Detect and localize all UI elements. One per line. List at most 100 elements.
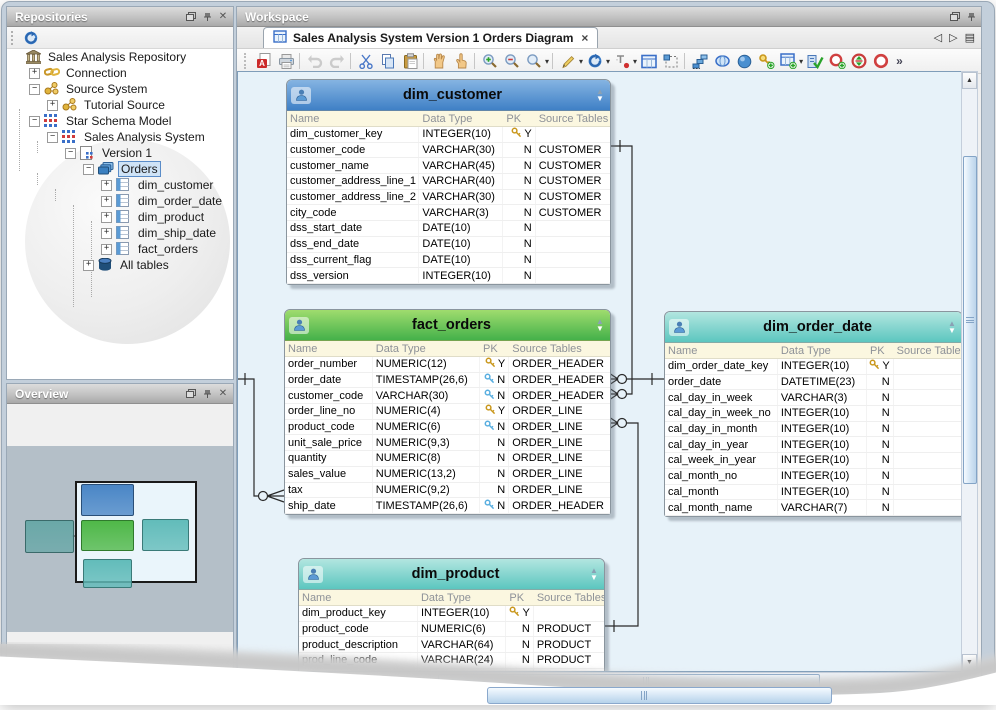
scroll-up-button[interactable]: ▲ xyxy=(962,72,977,89)
expand-toggle-icon[interactable]: − xyxy=(29,116,40,127)
expand-toggle-icon[interactable]: + xyxy=(47,100,58,111)
expand-toggle-icon[interactable]: − xyxy=(65,148,76,159)
pin-icon[interactable] xyxy=(201,11,213,23)
swap-icon[interactable] xyxy=(849,51,869,71)
refresh-icon[interactable] xyxy=(585,51,605,71)
entity-row[interactable]: cal_week_in_yearINTEGER(10)N xyxy=(665,453,962,469)
entity-row[interactable]: dim_product_keyINTEGER(10)Y xyxy=(299,606,604,622)
add-key-icon[interactable] xyxy=(756,51,776,71)
pin-icon[interactable] xyxy=(965,11,977,23)
scroll-down-icon[interactable]: ▼ xyxy=(590,574,598,581)
refresh-icon[interactable] xyxy=(21,28,41,48)
scroll-down-icon[interactable]: ▼ xyxy=(596,95,604,102)
toolbar-overflow-icon[interactable]: » xyxy=(893,54,906,68)
tree-item-tutorial-source[interactable]: +Tutorial Source xyxy=(7,97,233,113)
tree-item-dim-customer[interactable]: +dim_customer xyxy=(7,177,233,193)
entity-row[interactable]: customer_codeVARCHAR(30)NCUSTOMER xyxy=(287,143,610,159)
entity-row[interactable]: ship_dateTIMESTAMP(26,6)NORDER_HEADER xyxy=(285,498,610,514)
entity-row[interactable]: prod_line_codeVARCHAR(24)NPRODUCT xyxy=(299,653,604,669)
tree-item-fact-orders[interactable]: +fact_orders xyxy=(7,241,233,257)
entity-row[interactable]: order_dateTIMESTAMP(26,6)NORDER_HEADER xyxy=(285,373,610,389)
tab-orders-diagram[interactable]: Sales Analysis System Version 1 Orders D… xyxy=(263,27,598,48)
entity-header[interactable]: dim_product▲▼ xyxy=(299,559,604,590)
scroll-down-button[interactable]: ▼ xyxy=(962,654,977,671)
tab-list-icon[interactable]: ▤ xyxy=(965,31,975,44)
lens-icon[interactable] xyxy=(712,51,732,71)
expand-toggle-icon[interactable]: + xyxy=(83,260,94,271)
sphere-icon[interactable] xyxy=(734,51,754,71)
entity-row[interactable]: dim_order_date_keyINTEGER(10)Y xyxy=(665,359,962,375)
scroll-down-icon[interactable]: ▼ xyxy=(948,327,956,334)
expand-toggle-icon[interactable]: + xyxy=(29,68,40,79)
tree-item-version-1[interactable]: −Version 1 xyxy=(7,145,233,161)
tree-item-sales-analysis-system[interactable]: −Sales Analysis System xyxy=(7,129,233,145)
diagram-canvas[interactable]: dim_customer▲▼NameData TypePKSource Tabl… xyxy=(237,71,962,672)
ring-icon[interactable] xyxy=(871,51,891,71)
table-view-icon[interactable] xyxy=(639,51,659,71)
entity-row[interactable]: dss_current_flagDATE(10)N xyxy=(287,253,610,269)
expand-toggle-icon[interactable]: − xyxy=(29,84,40,95)
entity-row[interactable]: customer_address_line_2VARCHAR(30)NCUSTO… xyxy=(287,190,610,206)
entity-row[interactable]: quantityNUMERIC(8)NORDER_LINE xyxy=(285,451,610,467)
entity-row[interactable]: dim_customer_keyINTEGER(10)Y xyxy=(287,127,610,143)
pan-hand-icon[interactable] xyxy=(429,51,449,71)
entity-row[interactable]: taxNUMERIC(9,2)NORDER_LINE xyxy=(285,483,610,499)
dropdown-arrow-icon[interactable]: ▾ xyxy=(633,57,637,66)
expand-toggle-icon[interactable]: + xyxy=(101,180,112,191)
zoom-in-icon[interactable] xyxy=(480,51,500,71)
entity-row[interactable]: product_codeNUMERIC(6)NPRODUCT xyxy=(299,622,604,638)
tab-close-icon[interactable]: × xyxy=(579,31,588,45)
expand-toggle-icon[interactable]: + xyxy=(101,212,112,223)
print-icon[interactable] xyxy=(276,51,296,71)
entity-row[interactable]: customer_codeVARCHAR(30)NORDER_HEADER xyxy=(285,388,610,404)
entity-row[interactable]: cal_month_noINTEGER(10)N xyxy=(665,469,962,485)
add-entity-icon[interactable] xyxy=(827,51,847,71)
entity-row[interactable]: cal_day_in_weekVARCHAR(3)N xyxy=(665,390,962,406)
entity-dim_order_date[interactable]: dim_order_date▲▼NameData TypePKSource Ta… xyxy=(664,311,962,517)
tree-item-source-system[interactable]: −Source System xyxy=(7,81,233,97)
vertical-scrollbar[interactable]: ▲ ▼ xyxy=(961,71,978,672)
entity-row[interactable]: product_descriptionVARCHAR(64)NPRODUCT xyxy=(299,637,604,653)
dropdown-arrow-icon[interactable]: ▾ xyxy=(606,57,610,66)
entity-row[interactable]: cal_day_in_week_noINTEGER(10)N xyxy=(665,406,962,422)
validate-icon[interactable] xyxy=(805,51,825,71)
entity-row[interactable]: product_codeNUMERIC(6)NORDER_LINE xyxy=(285,420,610,436)
select-area-icon[interactable] xyxy=(661,51,681,71)
copy-icon[interactable] xyxy=(378,51,398,71)
tab-scroll-right-icon[interactable]: ▷ xyxy=(949,31,957,44)
entity-row[interactable]: cal_monthINTEGER(10)N xyxy=(665,485,962,501)
entity-fact_orders[interactable]: fact_orders▲▼NameData TypePKSource Table… xyxy=(284,309,611,515)
entity-row[interactable]: unit_sale_priceNUMERIC(9,3)NORDER_LINE xyxy=(285,435,610,451)
marker-icon[interactable] xyxy=(612,51,632,71)
entity-row[interactable]: order_line_noNUMERIC(4)YORDER_LINE xyxy=(285,404,610,420)
restore-icon[interactable] xyxy=(949,11,961,23)
entity-row[interactable]: customer_nameVARCHAR(45)NCUSTOMER xyxy=(287,158,610,174)
horizontal-scroll-thumb[interactable] xyxy=(438,674,820,688)
tree-item-all-tables[interactable]: +All tables xyxy=(7,257,233,273)
dropdown-arrow-icon[interactable]: ▾ xyxy=(799,57,803,66)
add-table-icon[interactable] xyxy=(778,51,798,71)
entity-row[interactable]: customer_address_line_1VARCHAR(40)NCUSTO… xyxy=(287,174,610,190)
overview-minimap[interactable] xyxy=(7,446,233,632)
tree-item-connection[interactable]: +Connection xyxy=(7,65,233,81)
dropdown-arrow-icon[interactable]: ▾ xyxy=(579,57,583,66)
zoom-out-icon[interactable] xyxy=(502,51,522,71)
expand-toggle-icon[interactable]: + xyxy=(101,244,112,255)
pin-icon[interactable] xyxy=(201,388,213,400)
restore-icon[interactable] xyxy=(185,388,197,400)
entity-header[interactable]: fact_orders▲▼ xyxy=(285,310,610,341)
entity-row[interactable]: city_codeVARCHAR(3)NCUSTOMER xyxy=(287,205,610,221)
close-icon[interactable]: ✕ xyxy=(217,11,229,23)
entity-row[interactable]: cal_day_in_yearINTEGER(10)N xyxy=(665,437,962,453)
entity-row[interactable]: cal_day_in_monthINTEGER(10)N xyxy=(665,422,962,438)
entity-row[interactable]: order_dateDATETIME(23)N xyxy=(665,375,962,391)
entity-row[interactable]: dss_end_dateDATE(10)N xyxy=(287,237,610,253)
tree-item-dim-product[interactable]: +dim_product xyxy=(7,209,233,225)
tree-item-orders[interactable]: −Orders xyxy=(7,161,233,177)
hierarchy-icon[interactable] xyxy=(690,51,710,71)
tab-scroll-left-icon[interactable]: ◁ xyxy=(934,31,942,44)
tree-item-dim-ship-date[interactable]: +dim_ship_date xyxy=(7,225,233,241)
expand-toggle-icon[interactable]: + xyxy=(101,228,112,239)
expand-toggle-icon[interactable]: + xyxy=(101,196,112,207)
entity-row[interactable]: cal_month_nameVARCHAR(7)N xyxy=(665,500,962,516)
